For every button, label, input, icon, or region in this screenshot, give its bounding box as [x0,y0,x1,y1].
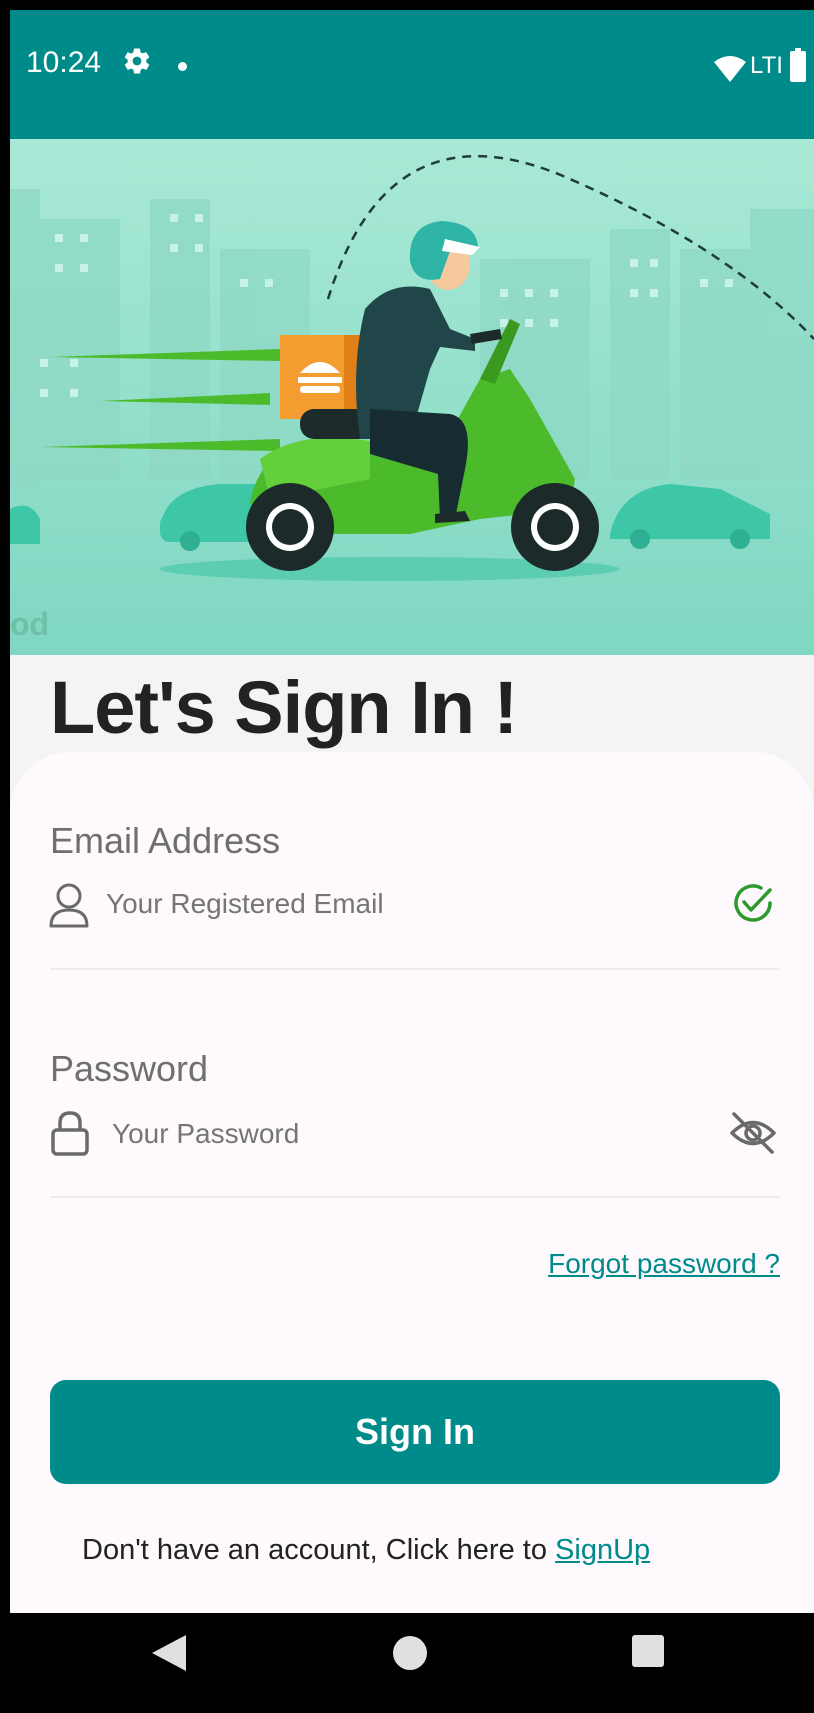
password-underline [50,1196,780,1198]
status-clock: 10:24 [26,46,102,79]
email-input[interactable] [106,888,666,920]
delivery-scooter-illustration: od [10,139,814,655]
forgot-password-link[interactable]: Forgot password ? [548,1248,780,1280]
battery-icon [790,48,806,82]
password-input[interactable] [112,1118,672,1150]
hero-illustration: od [10,139,814,655]
email-label: Email Address [50,820,281,861]
eye-off-icon[interactable] [728,1110,778,1156]
signup-prompt: Don't have an account, Click here to Sig… [82,1534,650,1567]
network-type: LTI [750,52,783,79]
password-label: Password [50,1048,209,1089]
signup-prompt-text: Don't have an account, Click here to [82,1534,556,1566]
recents-icon[interactable] [632,1635,664,1667]
hero-watermark: od [10,606,49,642]
status-bar: 10:24 LTI [10,10,814,139]
home-icon[interactable] [392,1635,428,1671]
back-icon[interactable] [152,1635,186,1671]
user-icon [49,883,89,928]
gear-icon [124,48,150,74]
sign-in-card: Email Address Password Forgot password ?… [10,752,814,1628]
lock-icon [51,1111,89,1156]
notification-dot-icon [178,62,187,71]
signup-link[interactable]: SignUp [555,1534,650,1566]
sign-in-button[interactable]: Sign In [50,1380,780,1484]
app-screen: 10:24 LTI od Let's Sign In ! Email Addre… [10,10,814,1713]
wifi-icon [714,56,746,82]
page-title: Let's Sign In ! [50,666,518,749]
check-circle-icon [734,884,772,922]
system-nav-bar [0,1613,814,1713]
email-underline [50,968,780,970]
